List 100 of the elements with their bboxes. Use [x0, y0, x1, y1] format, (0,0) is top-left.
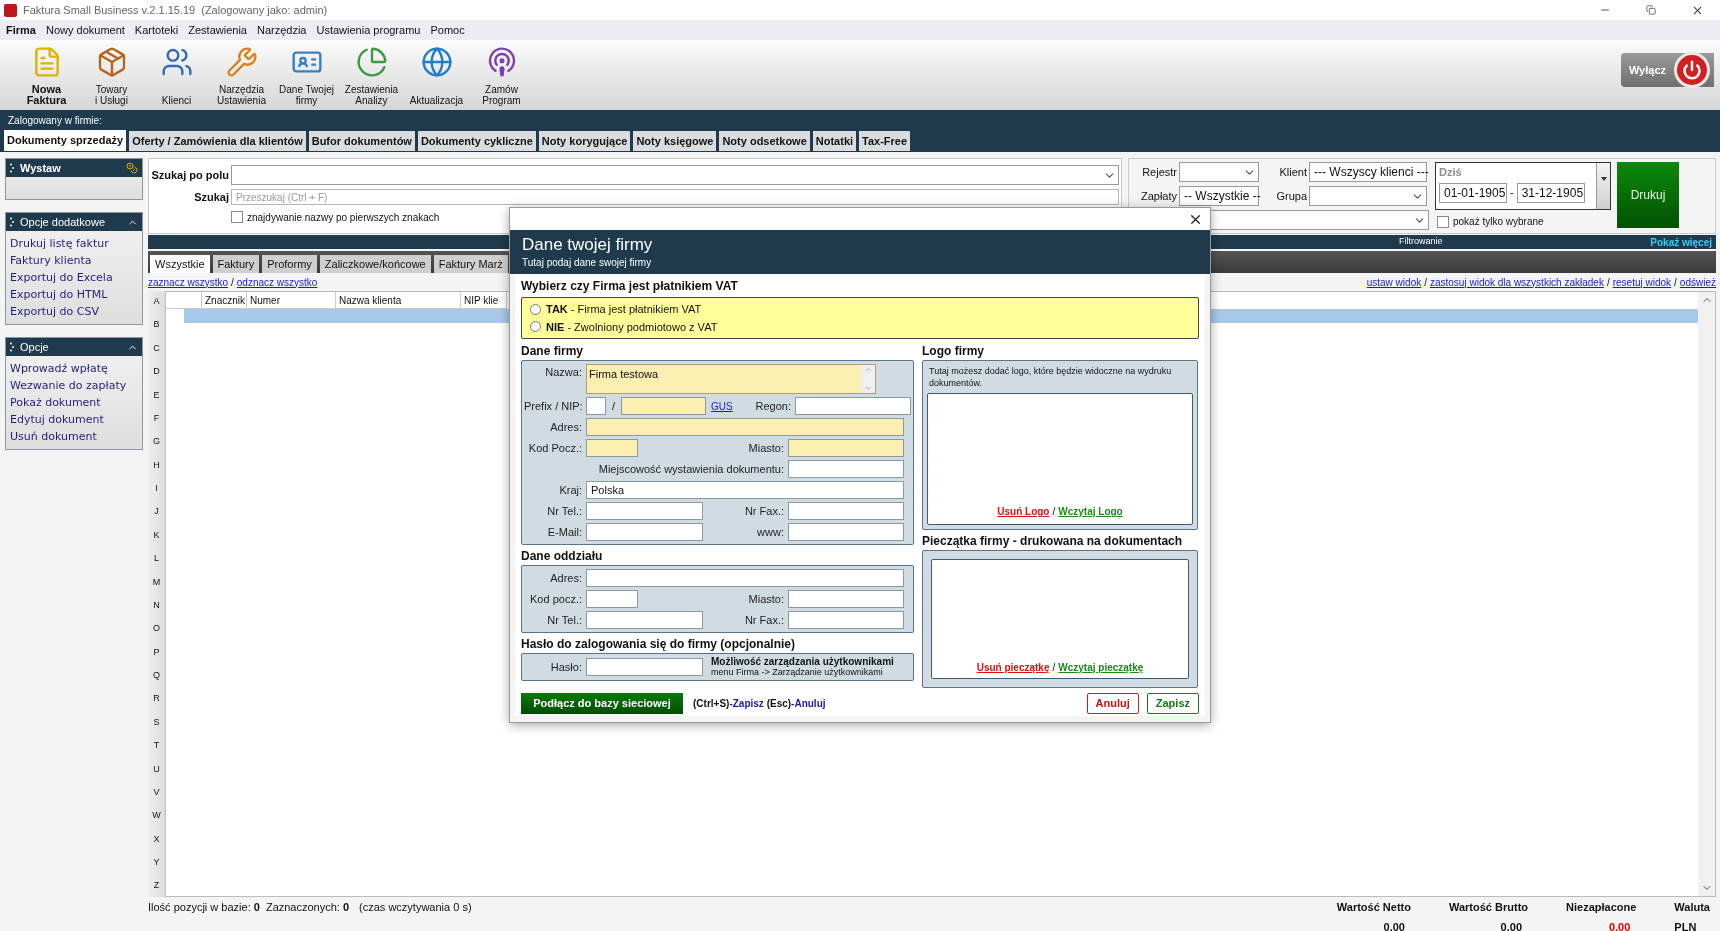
alphabet-letter[interactable]: P [153, 645, 160, 660]
tab[interactable]: Wszystkie [150, 255, 210, 273]
tab[interactable]: Faktury Marż [433, 255, 508, 273]
tab[interactable]: Oferty / Zamówienia dla klientów [129, 131, 306, 151]
toolbar-button[interactable]: Towary i Usługi [79, 40, 144, 108]
date-menu-button[interactable] [1596, 163, 1610, 209]
save-button[interactable]: Zapisz [1146, 693, 1199, 714]
power-button[interactable]: Wyłącz [1620, 53, 1714, 87]
alphabet-letter[interactable]: R [153, 692, 160, 706]
cancel-button[interactable]: Anuluj [1086, 693, 1139, 714]
input-field[interactable] [795, 397, 911, 415]
dropdown[interactable]: 01-01-1905 [1439, 182, 1507, 203]
toolbar-button[interactable]: Nowa Faktura [14, 40, 79, 108]
gus-link[interactable]: GUS [711, 398, 731, 414]
checkbox[interactable] [231, 211, 243, 223]
alphabet-letter[interactable]: O [153, 622, 160, 636]
input-field[interactable] [586, 611, 703, 629]
text-area[interactable]: Firma testowa [586, 364, 876, 394]
menu-item[interactable]: Pomoc [430, 21, 465, 39]
toolbar-button[interactable]: Narzędzia Ustawienia [209, 40, 274, 108]
dropdown[interactable]: 31-12-1905 [1516, 182, 1585, 203]
sidebar-link[interactable]: Faktury klienta [10, 252, 138, 269]
link[interactable]: resetuj widok [1612, 274, 1672, 290]
load-link[interactable]: Wczytaj Logo [1058, 504, 1123, 519]
alphabet-letter[interactable]: F [153, 411, 160, 426]
input-field[interactable] [788, 439, 904, 457]
link[interactable]: odśwież [1679, 274, 1716, 290]
toolbar-button[interactable]: Aktualizacja [404, 40, 469, 108]
toolbar-button[interactable]: Klienci [144, 40, 209, 108]
tab[interactable]: Dokumenty sprzedaży [4, 130, 127, 151]
input-field[interactable] [788, 611, 904, 629]
alphabet-letter[interactable]: L [154, 552, 159, 566]
input-field[interactable] [788, 523, 904, 541]
dropdown[interactable]: --- Wszyscy klienci --- [1309, 162, 1427, 182]
menu-item[interactable]: Zestawienia [188, 21, 247, 39]
menu-item[interactable]: Nowy dokument [45, 21, 125, 39]
load-link[interactable]: Wczytaj pieczątkę [1058, 660, 1144, 675]
sidebar-link[interactable]: Exportuj do HTML [10, 286, 138, 303]
sidebar-link[interactable]: Pokaż dokument [10, 394, 138, 411]
input-field[interactable] [788, 460, 904, 478]
input-field[interactable] [586, 397, 606, 415]
alphabet-letter[interactable]: T [153, 739, 160, 753]
toolbar-button[interactable]: Zestawienia Analizy [339, 40, 404, 108]
menu-item[interactable]: Firma [6, 21, 36, 39]
dropdown[interactable] [1309, 186, 1427, 206]
input-field[interactable] [586, 590, 638, 608]
menu-item[interactable]: Ustawienia programu [316, 21, 421, 39]
sidebar-link[interactable]: Drukuj listę faktur [10, 235, 138, 252]
link[interactable]: zastosuj widok dla wszystkich zakładek [1429, 274, 1604, 290]
alphabet-letter[interactable]: E [153, 388, 160, 402]
toolbar-button[interactable]: Dane Twojej firmy [274, 40, 339, 108]
input-field[interactable] [586, 658, 703, 676]
alphabet-letter[interactable]: K [153, 528, 160, 543]
sidebar-link[interactable]: Exportuj do Excela [10, 269, 138, 286]
alphabet-letter[interactable]: B [153, 318, 160, 332]
alphabet-letter[interactable]: U [153, 762, 160, 776]
network-button[interactable]: Podłącz do bazy sieciowej [521, 693, 683, 714]
input-field[interactable] [586, 523, 703, 541]
show-more-link[interactable]: Pokaż więcej [1650, 234, 1712, 250]
alphabet-letter[interactable]: Y [153, 856, 160, 870]
link[interactable]: odznacz wszystko [236, 274, 318, 290]
alphabet-letter[interactable]: C [153, 341, 160, 356]
sidebar-link[interactable]: Wezwanie do zapłaty [10, 377, 138, 394]
alphabet-letter[interactable]: Q [153, 669, 160, 683]
alphabet-letter[interactable]: Z [153, 879, 160, 893]
alphabet-letter[interactable]: J [154, 505, 159, 519]
checkbox[interactable] [1437, 215, 1449, 228]
scroll-up-icon[interactable] [863, 365, 873, 374]
scroll-down-icon[interactable] [863, 384, 873, 393]
alphabet-letter[interactable]: I [155, 482, 158, 496]
radio-button[interactable] [530, 303, 541, 315]
link[interactable]: zaznacz wszystko [148, 274, 229, 290]
input-field[interactable]: Polska [586, 481, 904, 499]
sidebar-link[interactable]: Exportuj do CSV [10, 303, 138, 320]
alphabet-letter[interactable]: S [153, 715, 160, 730]
remove-link[interactable]: Usuń pieczątkę [976, 660, 1050, 675]
toolbar-button[interactable]: Zamów Program [469, 40, 534, 108]
input-field[interactable] [586, 418, 904, 436]
print-button[interactable]: Drukuj [1617, 162, 1679, 228]
link[interactable]: ustaw widok [1366, 274, 1422, 290]
sidebar-link[interactable]: Usuń dokument [10, 428, 138, 445]
alphabet-letter[interactable]: W [152, 809, 161, 823]
tab[interactable]: Noty księgowe [633, 131, 717, 151]
tab[interactable]: Dokumenty cykliczne [417, 131, 536, 151]
alphabet-letter[interactable]: V [153, 785, 160, 800]
tab[interactable]: Proformy [262, 255, 317, 273]
tab[interactable]: Noty korygujące [538, 131, 631, 151]
alphabet-letter[interactable]: X [153, 832, 160, 847]
input-field[interactable] [586, 502, 703, 520]
remove-link[interactable]: Usuń Logo [997, 504, 1050, 519]
dropdown[interactable] [1179, 162, 1259, 182]
menu-item[interactable]: Narzędzia [256, 21, 307, 39]
sidebar-link[interactable]: Wprowadź wpłatę [10, 360, 138, 377]
input-field[interactable] [788, 502, 904, 520]
dropdown[interactable] [231, 165, 1119, 185]
input-field[interactable] [586, 569, 904, 587]
tab[interactable]: Noty odsetkowe [719, 131, 810, 151]
tab[interactable]: Faktury [212, 255, 260, 273]
radio-button[interactable] [530, 321, 541, 333]
alphabet-letter[interactable]: N [153, 598, 160, 613]
